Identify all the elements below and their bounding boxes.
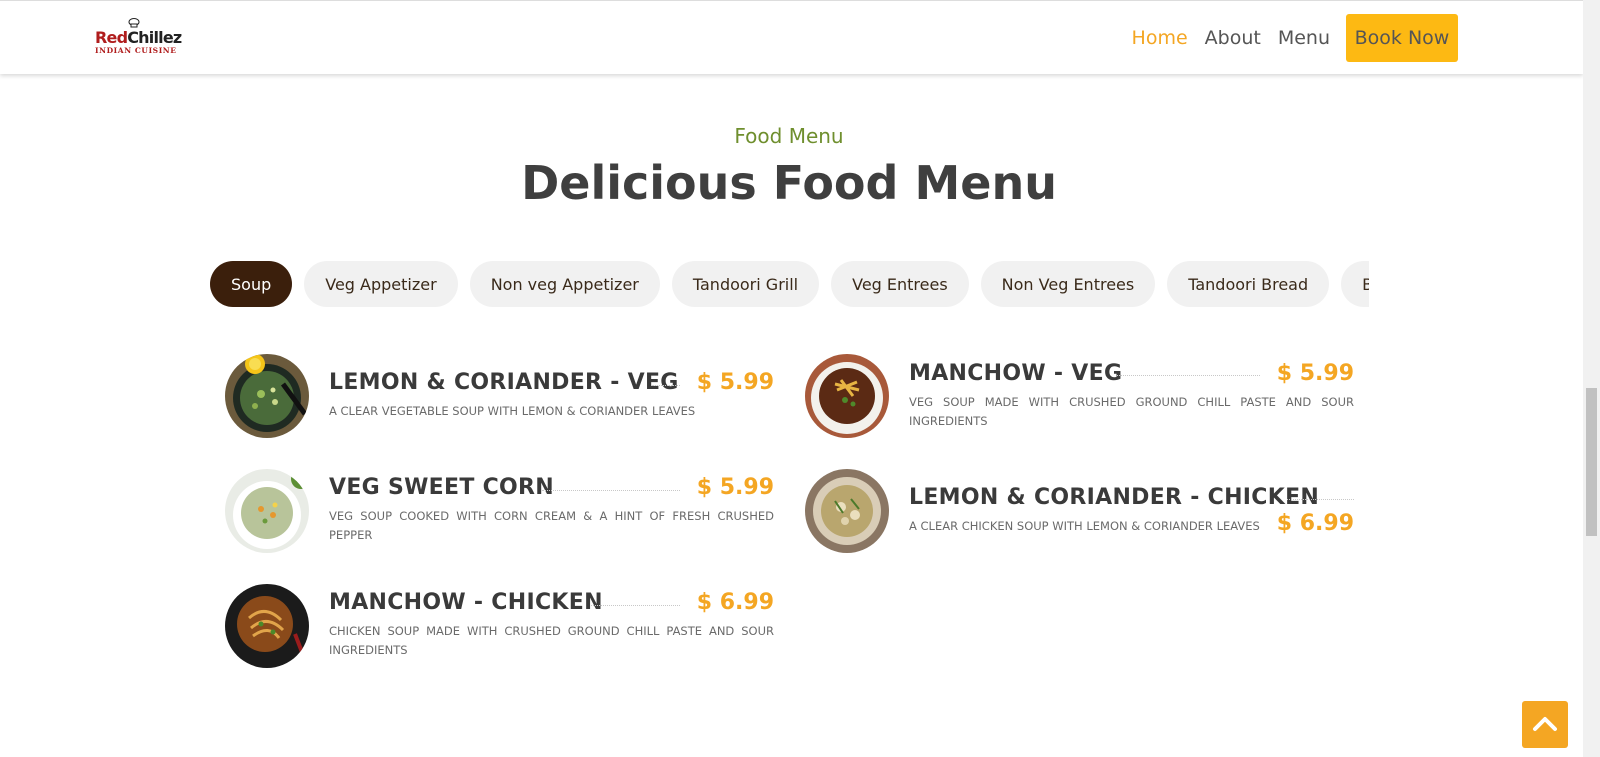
item-name: LEMON & CORIANDER - VEG — [329, 370, 679, 395]
section-subtitle: Food Menu — [734, 124, 844, 148]
item-description: VEG SOUP COOKED WITH CORN CREAM & A HINT… — [329, 509, 774, 542]
menu-item: LEMON & CORIANDER - VEG $ 5.99 A CLEAR V… — [225, 354, 774, 444]
tab-veg-entrees[interactable]: Veg Entrees — [831, 261, 969, 307]
lemon-coriander-soup-image — [225, 354, 309, 438]
tab-tandoori-grill[interactable]: Tandoori Grill — [671, 261, 820, 307]
item-price: $ 5.99 — [696, 370, 774, 395]
item-price: $ 6.99 — [696, 590, 774, 615]
tab-tandoori-bread[interactable]: Tandoori Bread — [1167, 261, 1330, 307]
chef-hat-icon — [128, 18, 140, 28]
tab-veg-appetizer[interactable]: Veg Appetizer — [304, 261, 458, 307]
scrollbar-thumb[interactable] — [1586, 388, 1597, 536]
price-leader — [591, 605, 680, 606]
item-name: LEMON & CORIANDER - CHICKEN — [909, 485, 1320, 510]
item-description: CHICKEN SOUP MADE WITH CRUSHED GROUND CH… — [329, 624, 774, 657]
site-header: RedChillez INDIAN CUISINE Home About Men… — [0, 0, 1583, 74]
price-leader — [652, 385, 680, 386]
item-description: A CLEAR VEGETABLE SOUP WITH LEMON & CORI… — [329, 404, 696, 418]
manchow-veg-soup-image — [805, 354, 889, 438]
menu-item: LEMON & CORIANDER - CHICKEN A CLEAR CHIC… — [805, 469, 1354, 559]
chicken-coriander-soup-image — [805, 469, 889, 553]
price-leader — [1287, 499, 1354, 500]
item-name: MANCHOW - VEG — [909, 361, 1123, 386]
menu-item: MANCHOW - CHICKEN $ 6.99 CHICKEN SOUP MA… — [225, 584, 774, 674]
item-price: $ 5.99 — [1276, 361, 1354, 386]
price-leader — [542, 490, 680, 491]
menu-category-tabs: Soup Veg Appetizer Non veg Appetizer Tandoo… — [210, 261, 1369, 307]
main-nav: Home About Menu Book Now — [1115, 14, 1458, 62]
tab-soup[interactable]: Soup — [210, 261, 293, 307]
tab-biryani[interactable]: Bi — [1341, 261, 1369, 307]
back-to-top-button[interactable] — [1522, 701, 1568, 748]
menu-item: MANCHOW - VEG $ 5.99 VEG SOUP MADE WITH … — [805, 354, 1354, 444]
tab-non-veg-appetizer[interactable]: Non veg Appetizer — [469, 261, 660, 307]
brand-logo[interactable]: RedChillez INDIAN CUISINE — [95, 18, 185, 58]
nav-home[interactable]: Home — [1132, 27, 1188, 49]
item-description: VEG SOUP MADE WITH CRUSHED GROUND CHILL … — [909, 395, 1354, 428]
logo-tagline: INDIAN CUISINE — [95, 46, 177, 55]
logo-word-chillez: Chillez — [127, 28, 182, 47]
page-scrollbar[interactable] — [1583, 0, 1600, 757]
section-title: Delicious Food Menu — [521, 156, 1057, 210]
price-leader — [1117, 375, 1260, 376]
tab-non-veg-entrees[interactable]: Non Veg Entrees — [980, 261, 1156, 307]
item-description: A CLEAR CHICKEN SOUP WITH LEMON & CORIAN… — [909, 519, 1260, 533]
manchow-chicken-soup-image — [225, 584, 309, 668]
book-now-button[interactable]: Book Now — [1346, 14, 1458, 62]
sweet-corn-soup-image — [225, 469, 309, 553]
logo-word-red: Red — [95, 28, 128, 47]
chevron-up-icon — [1533, 717, 1557, 731]
logo-wordmark: RedChillez — [95, 28, 182, 47]
nav-menu[interactable]: Menu — [1278, 27, 1330, 49]
item-name: VEG SWEET CORN — [329, 475, 555, 500]
menu-item: VEG SWEET CORN $ 5.99 VEG SOUP COOKED WI… — [225, 469, 774, 559]
nav-about[interactable]: About — [1205, 27, 1261, 49]
item-name: MANCHOW - CHICKEN — [329, 590, 603, 615]
item-price: $ 5.99 — [696, 475, 774, 500]
item-price: $ 6.99 — [1276, 511, 1354, 536]
